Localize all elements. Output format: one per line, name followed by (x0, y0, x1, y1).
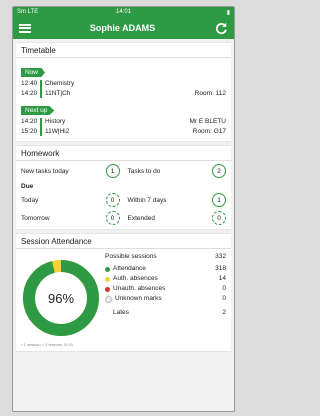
attendance-legend-row: Unknown marks 0 (105, 294, 226, 304)
tomorrow-label: Tomorrow (21, 214, 50, 222)
current-lesson[interactable]: 12:40 14:20 Chemistry 11NT|Ch Room: 112 (21, 79, 226, 99)
due-today[interactable]: Today 0 (21, 193, 120, 207)
next-teacher: Mr E BLETU (189, 118, 226, 125)
legend-label: Auth. absences (113, 275, 158, 282)
legend-label: Unknown marks (115, 295, 162, 302)
legend-dot-icon (105, 266, 110, 272)
next-lesson[interactable]: 14:20 15:20 History Mr E BLETU 11W|Hi2 R… (21, 117, 226, 137)
due-within-7-days[interactable]: Within 7 days 1 (127, 193, 226, 207)
within7-label: Within 7 days (127, 196, 167, 204)
now-tag: Now (21, 68, 46, 77)
tasks-to-do[interactable]: Tasks to do 2 (127, 164, 226, 178)
lates-value: 2 (222, 309, 226, 316)
phone-screen: Sm LTE 14:01 ▮ Sophie ADAMS Timetable No… (12, 6, 235, 412)
tasks-to-do-label: Tasks to do (127, 167, 161, 175)
app-bar: Sophie ADAMS (13, 17, 234, 39)
legend-value: 318 (215, 265, 226, 272)
menu-icon[interactable] (19, 23, 31, 33)
now-subject: Chemistry (45, 80, 75, 87)
extended-count: 0 (212, 211, 226, 225)
due-today-label: Today (21, 196, 39, 204)
legend-value: 0 (222, 285, 226, 292)
attendance-card[interactable]: Session Attendance 96% Possible sessions… (16, 233, 231, 352)
lates-label: Lates (113, 309, 129, 316)
attendance-legend-row: Auth. absences 14 (105, 274, 226, 284)
attendance-legend-row: Attendance 318 (105, 264, 226, 274)
timetable-title: Timetable (21, 46, 56, 55)
within7-count: 1 (212, 193, 226, 207)
possible-sessions-label: Possible sessions (105, 253, 157, 260)
tasks-to-do-count: 2 (212, 164, 226, 178)
legend-dot-icon (105, 286, 110, 292)
refresh-icon[interactable] (214, 21, 228, 35)
page-title: Sophie ADAMS (89, 23, 156, 33)
homework-card[interactable]: Homework New tasks today 1 Tasks to do 2… (16, 145, 231, 230)
attendance-donut: 96% (21, 258, 101, 338)
due-extended[interactable]: Extended 0 (127, 211, 226, 225)
possible-sessions-row: Possible sessions 332 (105, 252, 226, 262)
status-time: 14:01 (115, 9, 131, 15)
due-heading: Due (21, 183, 34, 190)
possible-sessions-value: 332 (215, 253, 226, 260)
due-today-count: 0 (105, 193, 120, 207)
next-subject: History (45, 118, 66, 125)
attendance-legend-row: Unauth. absences 0 (105, 284, 226, 294)
legend-value: 14 (218, 275, 226, 282)
attendance-footnote: * 1 session = 2 lessons 14:01 (21, 342, 74, 347)
next-end: 15:20 (21, 128, 38, 135)
homework-title: Homework (21, 149, 60, 158)
new-tasks-today[interactable]: New tasks today 1 (21, 164, 120, 178)
timetable-card[interactable]: Timetable Now 12:40 14:20 Chemistry 11NT… (16, 42, 231, 142)
legend-dot-icon (105, 295, 112, 303)
tomorrow-count: 0 (105, 211, 120, 225)
legend-label: Unauth. absences (113, 285, 166, 292)
next-start: 14:20 (21, 118, 38, 125)
next-room: Room: G17 (192, 128, 226, 135)
next-group: 11W|Hi2 (45, 128, 70, 135)
now-end: 14:20 (21, 90, 38, 97)
due-tomorrow[interactable]: Tomorrow 0 (21, 211, 120, 225)
legend-label: Attendance (113, 265, 146, 272)
attendance-title: Session Attendance (21, 237, 92, 246)
now-start: 12:40 (21, 80, 38, 87)
status-bar: Sm LTE 14:01 ▮ (13, 7, 234, 17)
now-room: Room: 112 (194, 90, 226, 97)
lates-row: Lates 2 (105, 308, 226, 318)
new-tasks-count: 1 (105, 164, 120, 178)
next-tag: Next up (21, 106, 55, 115)
attendance-percent: 96% (47, 290, 75, 306)
legend-value: 0 (222, 295, 226, 302)
now-group: 11NT|Ch (45, 90, 71, 97)
extended-label: Extended (127, 214, 155, 222)
legend-dot-icon (105, 276, 110, 282)
new-tasks-label: New tasks today (21, 167, 69, 175)
